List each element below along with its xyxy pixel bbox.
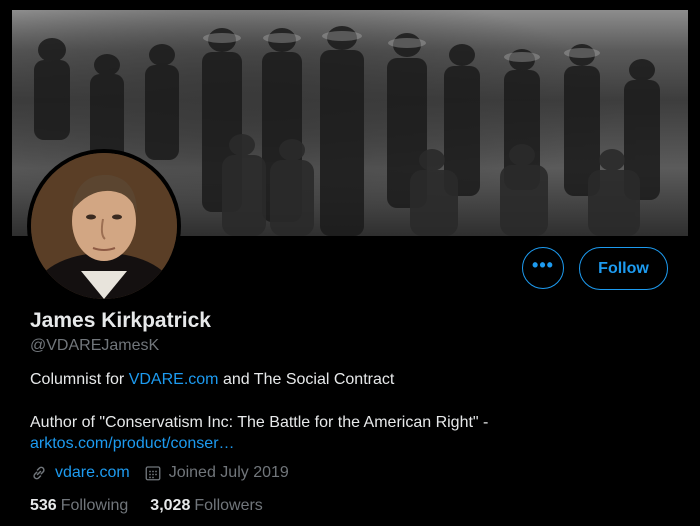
website-item[interactable]: vdare.com xyxy=(30,464,130,482)
profile-stats: 536 Following 3,028 Followers xyxy=(30,497,285,515)
more-options-button[interactable]: ••• xyxy=(522,247,564,289)
joined-item: Joined July 2019 xyxy=(144,464,289,482)
vdare-link[interactable]: VDARE.com xyxy=(129,371,219,388)
more-icon: ••• xyxy=(532,255,554,275)
following-label: Following xyxy=(60,497,129,514)
followers-count: 3,028 xyxy=(150,497,191,514)
following-count: 536 xyxy=(30,497,57,514)
link-icon xyxy=(33,466,45,480)
avatar[interactable] xyxy=(31,153,177,299)
calendar-icon xyxy=(145,466,161,481)
joined-date: Joined July 2019 xyxy=(168,464,289,481)
followers-stat[interactable]: 3,028 Followers xyxy=(150,497,263,515)
following-stat[interactable]: 536 Following xyxy=(30,497,128,515)
follow-button[interactable]: Follow xyxy=(579,247,668,290)
avatar-portrait xyxy=(31,153,177,299)
bio-line-2: Author of "Conservatism Inc: The Battle … xyxy=(30,414,489,431)
bio-line-1-suffix: and The Social Contract xyxy=(218,371,395,388)
website-link[interactable]: vdare.com xyxy=(55,464,130,482)
followers-label: Followers xyxy=(194,497,263,514)
profile-name: James Kirkpatrick xyxy=(30,309,211,332)
bio-line-1: Columnist for VDARE.com and The Social C… xyxy=(30,369,670,390)
arktos-link[interactable]: arktos.com/product/conser… xyxy=(30,433,670,454)
bio-spacer xyxy=(30,390,670,412)
profile-meta: vdare.com Joined July 2019 xyxy=(30,464,303,482)
bio-line-1-prefix: Columnist for xyxy=(30,371,129,388)
profile-handle: @VDAREJamesK xyxy=(30,337,160,354)
profile-bio: Columnist for VDARE.com and The Social C… xyxy=(30,369,670,454)
avatar-frame[interactable] xyxy=(27,149,181,303)
